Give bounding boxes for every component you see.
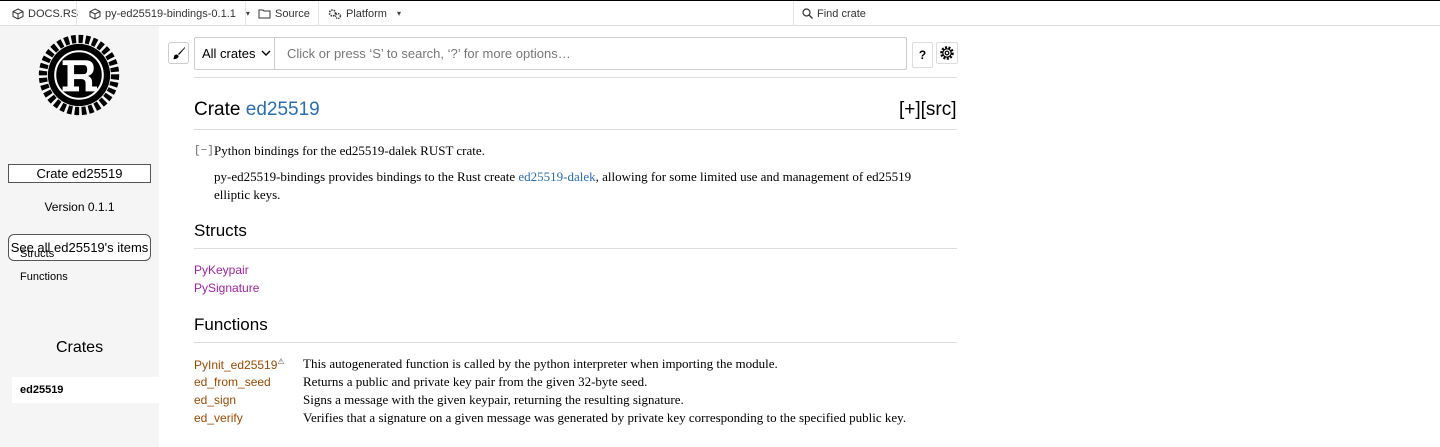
crate-name-link[interactable]: ed25519 — [246, 99, 320, 120]
divider — [194, 77, 957, 78]
structs-heading: Structs — [194, 221, 247, 240]
search-input[interactable] — [276, 38, 906, 69]
ed25519-dalek-link[interactable]: ed25519-dalek — [518, 169, 595, 184]
docsrs-home-link[interactable]: DOCS.RS — [12, 1, 78, 26]
docsrs-label: DOCS.RS — [28, 7, 79, 20]
help-button[interactable]: ? — [912, 42, 933, 68]
rust-logo-icon[interactable] — [38, 34, 120, 116]
cube-icon — [89, 7, 101, 20]
function-desc: Verifies that a signature on a given mes… — [303, 410, 907, 425]
function-link-ed-sign[interactable]: ed_sign — [194, 393, 236, 407]
find-crate-search[interactable]: Find crate — [802, 1, 866, 26]
divider — [194, 129, 957, 130]
sidebar-item-functions[interactable]: Functions — [20, 271, 68, 283]
divider — [194, 248, 957, 249]
page-title: Crate ed25519 — [194, 99, 320, 121]
divider — [194, 342, 957, 343]
sidebar-item-structs[interactable]: Structs — [20, 248, 54, 260]
chevron-down-icon: ▾ — [396, 9, 401, 18]
paintbrush-icon — [172, 47, 185, 60]
functions-heading: Functions — [194, 315, 268, 334]
sidebar: Crate ed25519 Version 0.1.1 See all ed25… — [0, 26, 159, 447]
platform-menu[interactable]: Platform ▾ — [328, 1, 401, 26]
cube-icon — [12, 7, 24, 20]
function-link-pyinit[interactable]: PyInit_ed25519⚠ — [194, 357, 285, 372]
struct-link-pysignature[interactable]: PySignature — [194, 281, 259, 295]
package-label: py-ed25519-bindings-0.1.1 — [105, 7, 236, 20]
crate-description: py-ed25519-bindings provides bindings to… — [214, 169, 912, 202]
chevron-down-icon — [261, 50, 271, 56]
expand-src-links[interactable]: [+][src] — [899, 99, 957, 121]
package-menu[interactable]: py-ed25519-bindings-0.1.1 ▾ — [89, 1, 250, 26]
search-bar: All crates — [194, 37, 907, 70]
function-desc: Returns a public and private key pair fr… — [303, 374, 648, 389]
function-link-ed-from-seed[interactable]: ed_from_seed — [194, 375, 271, 389]
platform-label: Platform — [346, 7, 387, 20]
folder-icon — [258, 9, 271, 19]
source-menu[interactable]: Source — [258, 1, 310, 26]
theme-picker-button[interactable] — [168, 42, 189, 64]
crate-name-box[interactable]: Crate ed25519 — [8, 164, 151, 183]
gear-icon — [940, 46, 954, 60]
search-icon — [802, 8, 813, 19]
settings-button[interactable] — [936, 42, 958, 64]
top-nav: DOCS.RS py-ed25519-bindings-0.1.1 ▾ Sour… — [0, 0, 1440, 26]
function-desc: Signs a message with the given keypair, … — [303, 392, 684, 407]
crates-heading: Crates — [55, 339, 104, 356]
crate-select-value: All crates — [202, 46, 256, 61]
gears-icon — [328, 8, 342, 19]
collapse-docs-toggle[interactable]: [−] — [194, 145, 214, 157]
find-crate-placeholder: Find crate — [817, 7, 866, 20]
version-label: Version 0.1.1 — [44, 200, 115, 214]
chevron-down-icon: ▾ — [245, 9, 250, 18]
struct-link-pykeypair[interactable]: PyKeypair — [194, 263, 249, 277]
crate-select-dropdown[interactable]: All crates — [195, 38, 275, 69]
crate-summary: Python bindings for the ed25519-dalek RU… — [214, 143, 485, 158]
function-desc: This autogenerated function is called by… — [303, 356, 778, 371]
crate-word: Crate — [194, 99, 241, 120]
crate-list-item[interactable]: ed25519 — [12, 377, 159, 403]
warning-icon: ⚠ — [277, 357, 285, 366]
function-link-ed-verify[interactable]: ed_verify — [194, 411, 243, 425]
source-label: Source — [275, 7, 310, 20]
